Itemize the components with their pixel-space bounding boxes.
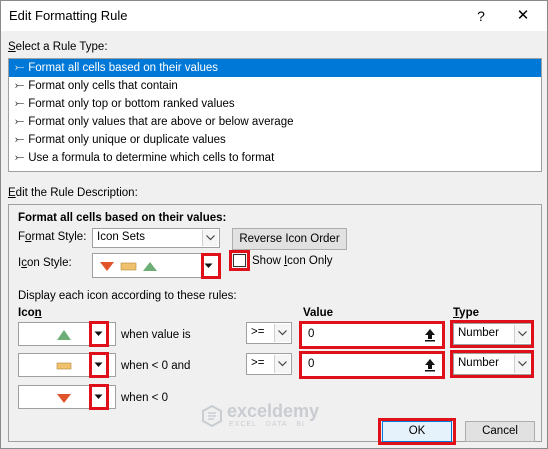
row2-condition: when < 0 and xyxy=(121,360,191,372)
row3-condition: when < 0 xyxy=(121,392,168,404)
rule-type-label: Format only values that are above or bel… xyxy=(28,116,294,128)
rule-description-label: Edit the Rule Description: xyxy=(8,187,138,199)
title-bar: Edit Formatting Rule ? ✕ xyxy=(1,1,547,31)
icon-style-label: Icon Style: xyxy=(18,257,72,269)
rule-type-item[interactable]: ⤚ Format only cells that contain xyxy=(9,77,541,95)
column-type-header: Type xyxy=(453,307,479,319)
exceldemy-watermark: exceldemy EXCEL · DATA · BI xyxy=(201,401,319,430)
rule-type-label: Select a Rule Type: xyxy=(8,41,108,53)
rules-caption: Display each icon according to these rul… xyxy=(18,290,237,302)
column-icon-header: Icon xyxy=(18,307,42,319)
rule-arrow-icon: ⤚ xyxy=(15,98,25,110)
row2-type-value: Number xyxy=(458,357,499,369)
show-icon-only-label: Show Icon Only xyxy=(252,255,333,267)
row2-type-select[interactable]: Number xyxy=(453,353,532,375)
format-style-value: Icon Sets xyxy=(97,231,145,243)
icon-set-preview-icon xyxy=(100,262,157,271)
row1-value-input[interactable]: 0 xyxy=(301,322,443,348)
chevron-down-icon[interactable] xyxy=(514,325,530,343)
rule-type-item[interactable]: ⤚ Format only values that are above or be… xyxy=(9,113,541,131)
up-triangle-icon xyxy=(57,330,71,340)
watermark-tagline: EXCEL · DATA · BI xyxy=(229,421,305,428)
row2-value: 0 xyxy=(308,358,315,370)
chevron-down-icon[interactable] xyxy=(201,255,218,276)
edit-formatting-rule-dialog: Edit Formatting Rule ? ✕ Select a Rule T… xyxy=(0,0,548,449)
rule-type-label: Format only cells that contain xyxy=(28,80,178,92)
row1-condition: when value is xyxy=(121,329,191,341)
chevron-down-icon[interactable] xyxy=(274,324,290,342)
chevron-down-icon[interactable] xyxy=(202,230,218,246)
dialog-title: Edit Formatting Rule xyxy=(9,8,128,23)
chevron-down-icon[interactable] xyxy=(92,323,106,345)
rule-type-list[interactable]: ⤚ Format all cells based on their values ⤚… xyxy=(8,58,542,172)
row2-value-input[interactable]: 0 xyxy=(301,352,443,378)
chevron-down-icon[interactable] xyxy=(92,386,106,408)
rule-arrow-icon: ⤚ xyxy=(15,116,25,128)
help-button[interactable]: ? xyxy=(471,6,491,26)
watermark-name: exceldemy xyxy=(227,401,320,421)
row2-operator-select[interactable]: >= xyxy=(246,353,292,375)
chevron-down-icon[interactable] xyxy=(274,355,290,373)
rule-type-label: Format all cells based on their values xyxy=(28,62,219,74)
format-style-label: Format Style: xyxy=(18,231,87,243)
collapse-dialog-icon[interactable] xyxy=(420,325,440,345)
rule-type-label: Format only top or bottom ranked values xyxy=(28,98,235,110)
rule-arrow-icon: ⤚ xyxy=(15,80,25,92)
rule-type-item[interactable]: ⤚ Format only unique or duplicate values xyxy=(9,131,541,149)
dash-icon xyxy=(56,362,72,370)
show-icon-only-checkbox[interactable] xyxy=(233,254,246,267)
rule-type-item[interactable]: ⤚ Format all cells based on their values xyxy=(9,59,541,77)
chevron-down-icon[interactable] xyxy=(92,354,106,376)
rule-type-item[interactable]: ⤚ Use a formula to determine which cells … xyxy=(9,149,541,167)
row1-operator-select[interactable]: >= xyxy=(246,322,292,344)
rule-type-label: Use a formula to determine which cells t… xyxy=(28,152,275,164)
reverse-icon-order-button[interactable]: Reverse Icon Order xyxy=(232,228,347,250)
row1-type-value: Number xyxy=(458,327,499,339)
column-value-header: Value xyxy=(303,307,334,319)
ok-button[interactable]: OK xyxy=(382,421,452,442)
rule-type-item[interactable]: ⤚ Format only top or bottom ranked values xyxy=(9,95,541,113)
collapse-dialog-icon[interactable] xyxy=(420,355,440,375)
rule-arrow-icon: ⤚ xyxy=(15,62,25,74)
rule-type-label: Format only unique or duplicate values xyxy=(28,134,226,146)
row1-operator-value: >= xyxy=(251,326,265,338)
row1-value: 0 xyxy=(308,328,315,340)
down-triangle-icon xyxy=(57,394,71,403)
icon-style-select[interactable] xyxy=(92,253,220,278)
close-button[interactable]: ✕ xyxy=(511,6,535,26)
rule-arrow-icon: ⤚ xyxy=(15,152,25,164)
cancel-button[interactable]: Cancel xyxy=(465,421,535,442)
exceldemy-logo-icon xyxy=(202,404,222,428)
chevron-down-icon[interactable] xyxy=(514,355,530,373)
description-heading: Format all cells based on their values: xyxy=(18,212,227,224)
rule-arrow-icon: ⤚ xyxy=(15,134,25,146)
row2-operator-value: >= xyxy=(251,357,265,369)
format-style-select[interactable]: Icon Sets xyxy=(92,228,220,248)
row1-type-select[interactable]: Number xyxy=(453,323,532,345)
